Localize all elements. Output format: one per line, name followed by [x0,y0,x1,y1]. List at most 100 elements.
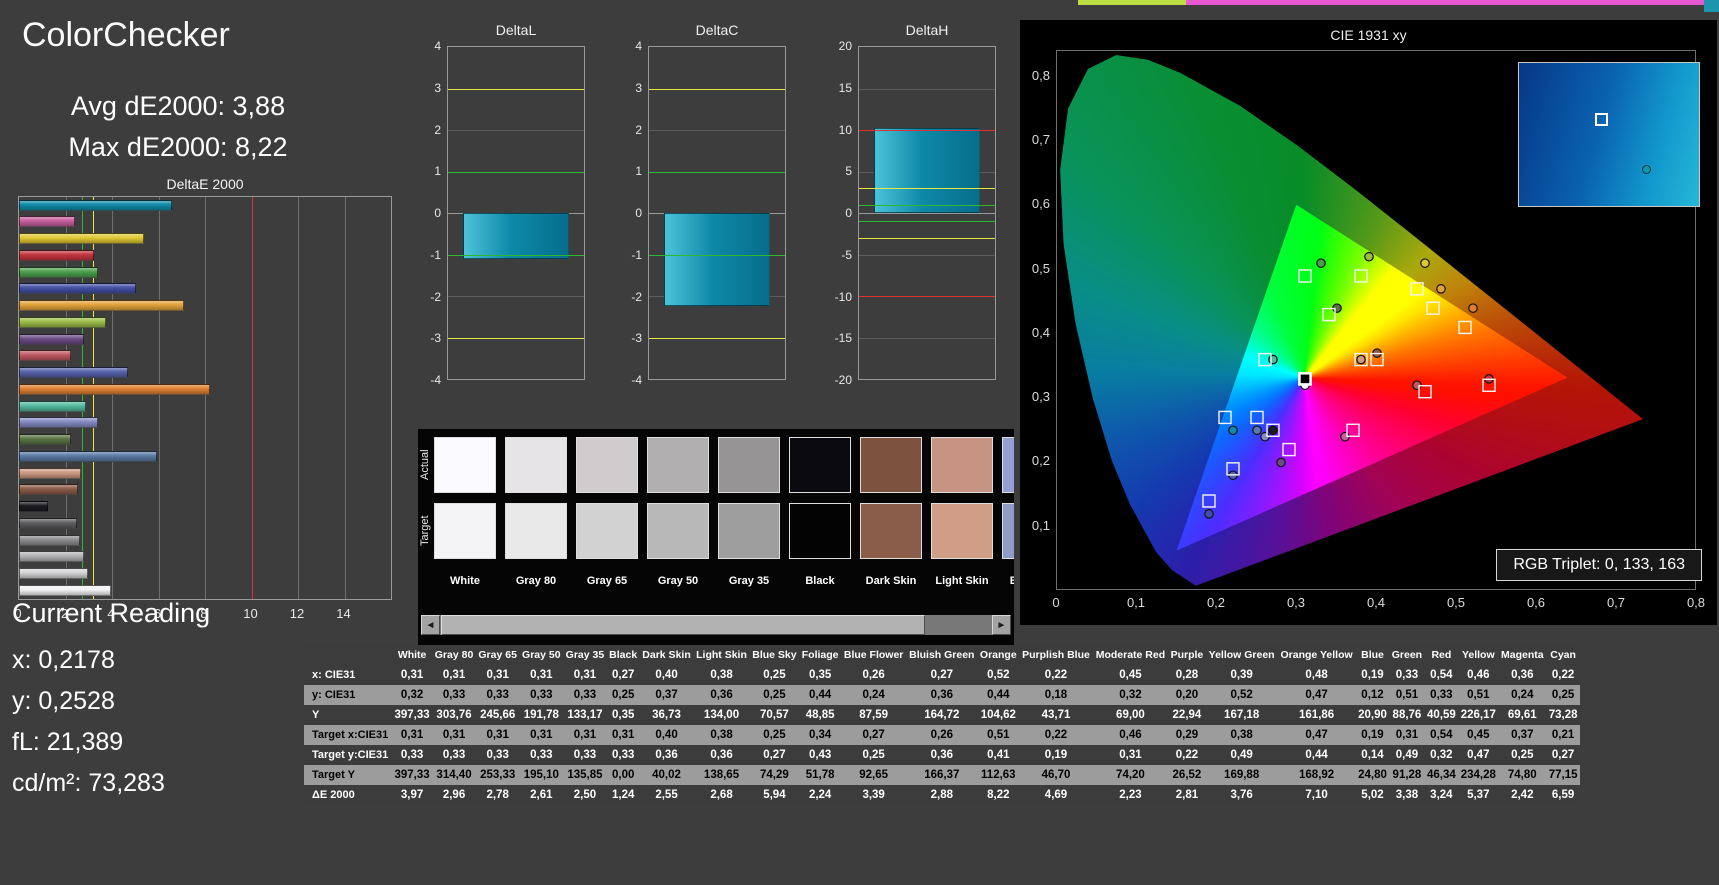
table-cell: 70,57 [760,709,789,721]
table-cell: 0,38 [1230,729,1253,741]
target-row-label: Target [419,515,431,547]
table-cell: 0,24 [862,689,885,701]
scroll-left-button[interactable]: ◄ [421,615,440,635]
actual-row-label: Actual [419,449,431,481]
column-header-gray-50: Gray 50 [519,645,564,665]
table-cell: 0,31 [400,669,424,681]
deltae-bar-orange-yellow [19,300,185,311]
table-cell: 40,59 [1426,709,1456,721]
reference-line [649,337,785,339]
swatch-actual-gray-50 [647,437,709,493]
axis-tick-label: 12 [289,606,305,621]
gridline [859,337,995,339]
axis-tick-label: 3 [635,80,642,95]
axis-tick-label: 0,6 [1031,196,1050,212]
table-cell: 168,92 [1299,769,1335,781]
column-header-black: Black [606,645,640,665]
reference-line [859,221,995,223]
table-cell: 234,28 [1460,769,1496,781]
deltae-bar-green [19,266,98,278]
table-cell: 0,29 [1175,729,1199,741]
column-header-orange: Orange [977,645,1020,665]
table-cell: 0,39 [1230,669,1253,681]
deltae-bar-red [19,249,95,261]
table-cell: 8,22 [987,789,1010,801]
current-reading-y: y: 0,2528 [12,687,115,715]
table-cell: 0,31 [442,669,466,681]
table-cell: 2,88 [930,789,953,801]
current-reading-fl: fL: 21,389 [12,728,124,756]
axis-tick-label: 4 [434,39,441,53]
axis-tick-label: -2 [430,289,441,304]
table-cell: 0,36 [710,749,733,761]
table-cell: 0,26 [862,669,885,681]
table-cell: 0,38 [710,729,733,741]
scroll-right-button[interactable]: ► [992,615,1011,635]
deltae-bar-gray-50 [19,534,80,546]
table-cell: 226,17 [1460,709,1496,721]
table-cell: 0,41 [987,749,1010,761]
rgb-triplet-badge: RGB Triplet: 0, 133, 163 [1496,549,1702,581]
swatch-label: Light Skin [935,575,989,587]
deltae-bar-blue [19,283,136,295]
table-cell: 2,55 [655,789,678,801]
swatch-target-blue-sky [1002,503,1014,559]
table-cell: 0,33 [400,749,424,761]
deltae-plot [18,196,392,600]
deltae-bar-bluish-green [19,400,86,412]
swatch-actual-blue-sky [1002,437,1014,493]
axis-tick-label: -1 [631,247,642,262]
table-cell: 46,34 [1426,769,1456,781]
column-header-bluish-green: Bluish Green [906,645,978,665]
table-cell: 0,35 [612,709,635,721]
scrollbar-thumb[interactable] [441,615,925,635]
table-cell: 0,33 [442,749,466,761]
axis-tick-label: -15 [834,331,852,346]
table-cell: 0,25 [612,689,635,701]
table-cell: 0,34 [808,729,832,741]
current-reading-cdm2: cd/m²: 73,283 [12,769,165,797]
table-cell: 0,27 [930,669,953,681]
table-cell: 43,71 [1041,709,1071,721]
measured-point [1268,425,1278,436]
table-cell: 0,38 [710,669,733,681]
cie-panel: CIE 1931 xy 0,8 0,7 0,6 0,5 0,4 0,3 0,2 0,1 0 0,… [1020,20,1717,625]
gridline [859,88,995,90]
chart-title: DeltaC [695,22,739,38]
table-cell: 0,54 [1430,669,1453,681]
measurement-table: White Gray 80 Gray 65 Gray 50 Gray 35 Black Da… [304,645,1580,805]
table-cell: 0,31 [573,669,597,681]
swatch-scrollbar[interactable]: ◄ ► [421,615,1011,635]
table-cell: 74,20 [1116,769,1145,781]
table-cell: 0,36 [930,689,953,701]
table-cell: 0,25 [1551,689,1575,701]
table-cell: 0,47 [1305,729,1328,741]
axis-tick-label: 0,3 [1286,595,1306,610]
deltae-bar-blue-sky [19,450,158,462]
inset-target-square [1594,113,1608,127]
table-cell: 6,59 [1551,789,1575,801]
table-cell: 5,37 [1467,789,1490,801]
table-cell: 0,47 [1305,689,1328,701]
table-cell: 0,31 [400,729,424,741]
column-header-white: White [392,645,433,665]
reference-line [649,88,785,90]
deltah-chart: DeltaH 20 15 10 5 0 -5 -10 -15 -20 [830,22,998,407]
max-de2000: Max dE2000: 8,22 [68,132,288,162]
swatch-labels-row: White Gray 80 Gray 65 Gray 50 Gray 35 Black Da… [434,575,1014,587]
column-header-red: Red [1424,645,1459,665]
axis-tick-label: 2 [635,122,642,137]
swatch-actual-gray-80 [505,437,567,493]
column-header-dark-skin: Dark Skin [639,645,694,665]
axis-tick-label: 0,3 [1031,389,1050,405]
measured-point [1276,457,1286,468]
table-cell: 133,17 [567,709,603,721]
target-point [1218,410,1232,425]
table-cell: 0,40 [655,729,678,741]
swatch-label: Gray 35 [728,575,770,587]
table-cell: 87,59 [859,709,889,721]
table-cell: 0,32 [1430,749,1453,761]
table-cell: 0,33 [612,749,635,761]
table-cell: 169,88 [1224,769,1260,781]
table-cell: 24,80 [1358,769,1387,781]
